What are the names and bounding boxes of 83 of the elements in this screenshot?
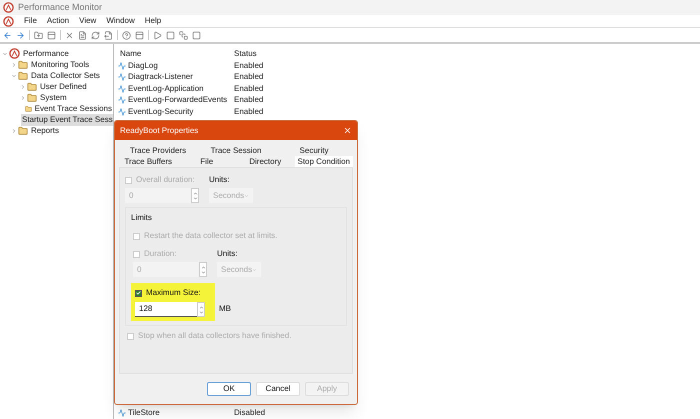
checkbox-label: Duration: — [144, 248, 176, 260]
spin-down-icon — [198, 310, 204, 314]
table-cell: Enabled — [234, 71, 264, 84]
document-icon[interactable] — [78, 30, 87, 40]
menu-item[interactable]: Help — [144, 15, 162, 27]
spin-up-icon — [198, 304, 204, 310]
expander-icon[interactable] — [11, 72, 17, 78]
folder-icon — [18, 60, 28, 70]
menu-item[interactable]: Window — [106, 15, 135, 27]
dialog-button[interactable]: Cancel — [256, 382, 300, 396]
tab[interactable]: Trace Providers — [119, 145, 197, 156]
help-icon[interactable] — [122, 30, 131, 40]
table-cell: EventLog-Security — [128, 106, 194, 118]
units-label: Units: — [209, 174, 230, 186]
folder-icon — [18, 70, 28, 80]
table-cell: TileStore — [128, 407, 160, 419]
expander-icon[interactable] — [20, 84, 26, 90]
unit-label: MB — [219, 303, 231, 315]
checkbox-label: Maximum Size: — [146, 287, 201, 299]
close-icon[interactable] — [343, 126, 352, 135]
tree-item[interactable]: Performance — [22, 48, 70, 60]
tree-item[interactable]: Data Collector Sets — [30, 70, 101, 82]
square-icon[interactable] — [192, 30, 201, 40]
folder-icon — [18, 126, 28, 136]
checkbox-label: Overall duration: — [136, 174, 195, 186]
spin-up-icon — [200, 264, 206, 270]
spin-down-icon — [200, 270, 206, 274]
table-cell: Enabled — [234, 94, 264, 106]
column-header[interactable]: Name — [114, 48, 234, 60]
checkbox-label: Restart the data collector set at limits. — [144, 230, 278, 242]
table-cell: Diagtrack-Listener — [128, 71, 193, 84]
column-header[interactable]: Status — [234, 48, 257, 60]
expander-icon[interactable] — [11, 62, 17, 68]
table-cell: EventLog-ForwardedEvents — [128, 94, 228, 106]
folder-icon — [27, 82, 37, 92]
delete-icon[interactable] — [65, 30, 74, 40]
stop-icon[interactable] — [166, 30, 175, 40]
spin-up-icon — [192, 190, 198, 196]
tree-item[interactable]: User Defined — [39, 80, 88, 92]
tab[interactable]: Trace Buffers — [119, 156, 178, 167]
table-cell: Disabled — [234, 407, 266, 419]
table-cell: Enabled — [234, 106, 264, 118]
dialog-button[interactable]: OK — [207, 382, 251, 396]
table-cell: Enabled — [234, 82, 264, 95]
expander-icon[interactable] — [11, 128, 17, 134]
tree-item[interactable]: Monitoring Tools — [30, 58, 90, 70]
spin-down-icon — [192, 196, 198, 200]
units-label: Units: — [217, 248, 238, 260]
tab[interactable]: Stop Condition — [294, 156, 353, 167]
tab[interactable]: File — [178, 156, 236, 167]
play-icon[interactable] — [153, 30, 162, 40]
tab[interactable]: Directory — [236, 156, 294, 167]
tab[interactable]: Trace Session — [197, 145, 275, 156]
window-title: Performance Monitor — [18, 0, 102, 14]
checkbox-label: Stop when all data collectors have finished. — [138, 330, 292, 342]
dialog-title: ReadyBoot Properties — [120, 124, 198, 136]
back-icon[interactable] — [3, 30, 12, 40]
expander-icon[interactable] — [20, 94, 26, 100]
panel-icon[interactable] — [47, 30, 56, 40]
group-title: Limits — [131, 212, 153, 224]
folder-up-icon[interactable] — [34, 30, 43, 40]
export-icon[interactable] — [104, 30, 113, 40]
menu-item[interactable]: Action — [46, 15, 70, 27]
expander-icon[interactable] — [2, 50, 8, 56]
table-cell: DiagLog — [128, 60, 158, 72]
menu-item[interactable]: File — [24, 15, 37, 27]
tree-item[interactable]: Startup Event Trace Sess — [21, 114, 113, 126]
tree-item[interactable]: Reports — [30, 124, 60, 136]
app-logo-icon — [9, 48, 20, 59]
checkbox[interactable] — [135, 290, 142, 296]
stack-icon[interactable] — [179, 30, 188, 40]
refresh-icon[interactable] — [91, 30, 100, 40]
table-cell: EventLog-Application — [128, 82, 204, 95]
data-collector-icon — [118, 409, 126, 418]
tab[interactable]: Security — [275, 145, 353, 156]
number-field[interactable]: 128 — [135, 302, 197, 317]
table-cell: Enabled — [234, 60, 264, 72]
forward-icon[interactable] — [16, 30, 25, 40]
tree-item[interactable]: System — [39, 92, 68, 104]
tree-item[interactable]: Event Trace Sessions — [34, 102, 113, 114]
menu-item[interactable]: View — [79, 15, 96, 27]
panel-icon[interactable] — [135, 30, 144, 40]
folder-icon — [27, 92, 37, 102]
